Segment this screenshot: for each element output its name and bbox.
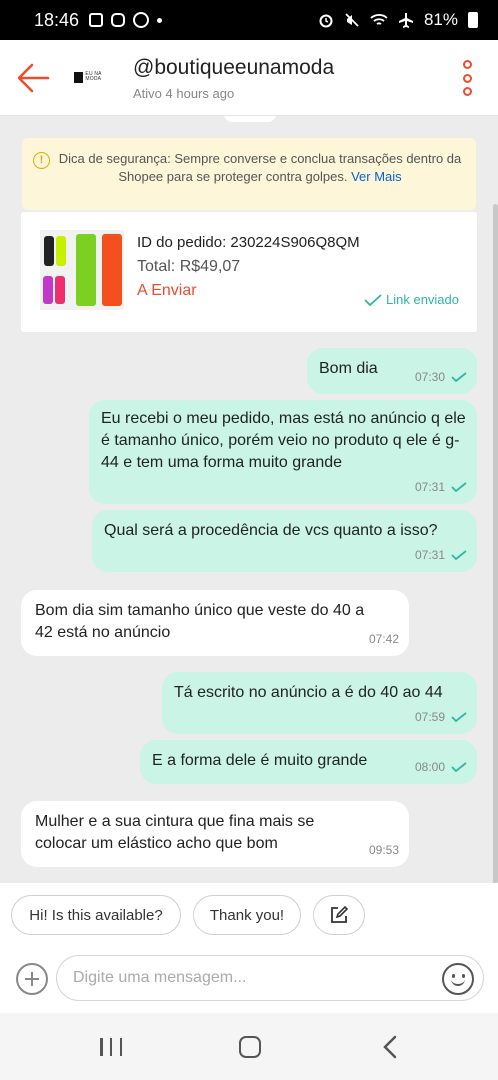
shop-logo-text: EU NA MODA: [85, 71, 102, 82]
more-options-icon[interactable]: [460, 60, 474, 96]
message-text: Bom dia sim tamanho único que veste do 4…: [35, 602, 365, 641]
alarm-icon: [319, 14, 333, 28]
read-check-icon: [451, 712, 467, 722]
emoji-icon[interactable]: [442, 963, 474, 995]
message-time: 07:30: [414, 370, 445, 384]
message-bubble-outgoing[interactable]: Eu recebi o meu pedido, mas está no anún…: [89, 400, 477, 504]
wifi-icon: [370, 14, 388, 25]
recent-apps-icon[interactable]: [100, 1038, 122, 1056]
read-check-icon: [451, 482, 467, 492]
message-time: 09:53: [368, 843, 399, 857]
see-more-link[interactable]: Ver Mais: [351, 169, 402, 184]
message-bubble-outgoing[interactable]: E a forma dele é muito grande 08:00: [140, 740, 477, 784]
more-notifications-dot-icon: [157, 17, 163, 23]
message-bubble-incoming[interactable]: Bom dia sim tamanho único que veste do 4…: [21, 590, 409, 656]
message-input[interactable]: [56, 955, 484, 1001]
order-status: A Enviar: [137, 282, 197, 299]
chat-area[interactable]: ! Dica de segurança: Sempre converse e c…: [0, 116, 498, 883]
battery-percent: 81%: [423, 10, 458, 29]
read-check-icon: [451, 550, 467, 560]
instagram-notification-icon: [111, 13, 126, 27]
back-arrow-icon[interactable]: [16, 62, 50, 94]
message-composer: [0, 949, 498, 1013]
message-time: 07:31: [414, 480, 445, 494]
status-time: 18:46: [34, 9, 80, 30]
link-sent-status: Link enviado: [364, 292, 459, 307]
message-time: 08:00: [414, 760, 445, 774]
order-card[interactable]: ID do pedido: 230224S906Q8QM Total: R$49…: [21, 212, 477, 332]
message-bubble-outgoing[interactable]: Qual será a procedência de vcs quanto a …: [92, 510, 477, 572]
shopee-notification-icon: [89, 13, 104, 27]
quick-reply-button[interactable]: Hi! Is this available?: [11, 895, 181, 935]
chat-scrollbar[interactable]: [493, 204, 498, 883]
quick-reply-button[interactable]: Thank you!: [193, 895, 301, 935]
order-total: Total: R$49,07: [137, 258, 241, 275]
read-check-icon: [451, 762, 467, 772]
edit-icon: [331, 905, 349, 923]
shop-logo[interactable]: EU NA MODA: [74, 68, 114, 86]
home-icon[interactable]: [239, 1036, 261, 1058]
shop-active-status: Ativo 4 hours ago: [133, 86, 235, 101]
check-icon: [364, 293, 382, 306]
message-time: 07:31: [414, 548, 445, 562]
airplane-mode-icon: [398, 13, 413, 28]
message-text: Mulher e a sua cintura que fina mais se …: [35, 813, 315, 852]
add-attachment-icon[interactable]: [16, 963, 48, 995]
edit-quick-replies-button[interactable]: [313, 895, 365, 935]
message-text: Tá escrito no anúncio a é do 40 ao 44: [174, 684, 443, 701]
status-bar: 18:46 81%: [0, 0, 498, 40]
date-pill: [224, 116, 276, 122]
read-check-icon: [451, 372, 467, 382]
message-text: Qual será a procedência de vcs quanto a …: [104, 522, 438, 539]
message-bubble-outgoing[interactable]: Bom dia 07:30: [307, 348, 477, 394]
warning-icon: !: [33, 152, 50, 169]
order-id: ID do pedido: 230224S906Q8QM: [137, 234, 360, 251]
quick-replies-bar: Hi! Is this available? Thank you!: [0, 883, 498, 949]
message-bubble-incoming[interactable]: Mulher e a sua cintura que fina mais se …: [21, 801, 409, 867]
product-thumbnail[interactable]: [40, 230, 124, 310]
message-bubble-outgoing[interactable]: Tá escrito no anúncio a é do 40 ao 44 07…: [162, 672, 477, 734]
whatsapp-notification-icon: [133, 12, 150, 28]
system-back-icon[interactable]: [380, 1035, 400, 1059]
battery-icon: [468, 12, 478, 28]
shop-name[interactable]: @boutiqueeunamoda: [133, 56, 334, 80]
safety-notice: ! Dica de segurança: Sempre converse e c…: [22, 138, 476, 210]
message-time: 07:59: [414, 710, 445, 724]
system-navigation-bar: [0, 1013, 498, 1080]
message-text: Eu recebi o meu pedido, mas está no anún…: [101, 410, 466, 471]
link-sent-label: Link enviado: [386, 292, 459, 307]
mute-icon: [345, 13, 359, 27]
chat-header: EU NA MODA @boutiqueeunamoda Ativo 4 hou…: [0, 40, 498, 116]
message-time: 07:42: [368, 632, 399, 646]
